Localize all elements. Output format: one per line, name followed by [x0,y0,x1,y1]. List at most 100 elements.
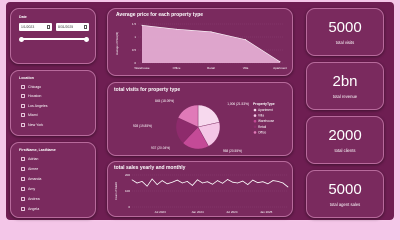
sales-line [131,178,289,188]
data-point [252,179,254,181]
legend-marker [253,114,257,117]
y-axis-label: Count of SaleID [114,182,118,200]
kpi-label: total revenue [332,94,358,99]
visits-pie-chart: 1,006 (21.53%) 958 (20.55%) 937 (20.04%) 92… [133,99,275,153]
name-option[interactable]: Amy [21,187,35,191]
location-option[interactable]: Chicago [21,85,41,89]
checkbox[interactable] [21,85,25,89]
data-point [131,179,133,181]
data-point [262,181,264,183]
x-tick-label: Apartment [273,66,287,70]
location-option[interactable]: Miami [21,113,38,118]
legend-label: Office [258,130,266,134]
kpi-label: total clients [334,148,356,153]
date-end-input[interactable]: 8/31/2025 [56,23,89,31]
y-tick-label: 0.5 [132,48,137,52]
checkbox[interactable] [21,113,25,118]
data-label: 928 (19.85%) [133,124,152,128]
data-point [227,179,228,180]
x-tick-label: Jan 2024 [191,210,204,214]
option-label: Amy [28,187,36,191]
data-point [247,184,249,185]
date-start-input[interactable]: 1/1/2023 [19,23,52,31]
kpi-value: 2bn [332,73,358,90]
checkbox[interactable] [21,94,25,99]
option-label: Aimee [28,167,39,171]
y-tick-label: 0 [128,205,130,209]
x-tick-label: Villa [243,66,249,70]
name-option[interactable]: Angela [21,207,39,211]
checkbox[interactable] [21,197,25,201]
data-point [176,179,178,181]
date-range-start-handle[interactable] [19,36,24,42]
legend-label: Villa [258,114,264,118]
checkbox[interactable] [21,167,25,171]
option-label: Chicago [28,85,42,89]
location-option[interactable]: New York [21,122,43,127]
x-tick-label: Jul 2024 [226,210,238,214]
kpi-value: 5000 [328,181,362,198]
data-point [237,182,239,184]
date-end-value: 8/31/2025 [58,25,74,29]
option-label: Angela [28,207,40,211]
name-option[interactable]: Adrian [21,157,38,161]
kpi-value: 5000 [328,19,362,36]
date-range-slider-track[interactable] [21,38,87,40]
data-point [192,185,193,186]
x-tick-label: Jan 2025 [260,210,273,214]
date-slicer-label: Date [19,15,27,19]
legend-marker [253,125,257,129]
data-point [171,181,173,183]
name-option[interactable]: Amanda [21,177,41,181]
legend-marker [253,131,257,134]
data-point [232,181,233,183]
data-point [156,184,158,185]
data-point [245,39,246,41]
date-start-value: 1/1/2023 [21,25,35,29]
option-label: Amanda [28,177,42,181]
location-slicer-label: Location [19,76,34,80]
date-range-end-handle[interactable] [84,36,89,42]
x-tick-label: Office [173,66,181,70]
sales-line-chart: 0 100 200 Jul 2023 Jan 2024 Jul 2024 Jan 2025 C… [114,173,289,214]
calendar-icon[interactable] [46,25,50,29]
name-slicer-label: FirstName, LastName [19,148,56,152]
checkbox[interactable] [21,122,25,127]
data-point [242,180,244,182]
option-label: Houston [28,94,42,99]
location-slicer-card: Location Chicago Houston Los Angeles Miami N… [10,70,96,136]
name-option[interactable]: Aimee [21,167,38,171]
data-point [207,181,208,183]
kpi-label: total visits [335,40,355,45]
checkbox[interactable] [21,103,25,108]
checkbox[interactable] [21,177,25,181]
checkbox[interactable] [21,157,25,161]
legend-label: Apartment [258,108,273,112]
data-point [212,183,213,185]
data-label: 845 (18.09%) [155,99,174,103]
avg-price-chart-card: Average price for each property type 0 0.… [107,8,293,76]
data-point [287,186,289,188]
checkbox[interactable] [21,187,25,191]
name-option[interactable]: Andrea [21,197,40,201]
data-point [277,181,279,182]
data-point [217,180,218,181]
avg-price-chart: 0 0.5 1 1.5 Warehouse Office Retail Villa Apartm… [115,22,287,70]
y-tick-label: 0 [134,61,136,65]
option-label: Adrian [28,157,39,161]
kpi-total-visits-card: 5000 total visits [306,8,384,56]
kpi-total-agent-sales-card: 5000 total agent sales [306,170,384,218]
calendar-icon[interactable] [83,25,87,29]
kpi-total-clients-card: 2000 total clients [306,116,384,164]
date-slicer-card: Date 1/1/2023 8/31/2025 [10,8,96,64]
data-point [272,180,274,181]
x-tick-label: Jul 2023 [154,210,166,214]
location-option[interactable]: Houston [21,94,42,99]
data-point [151,178,153,180]
y-tick-label: 1.5 [132,22,137,26]
data-point [166,183,168,185]
checkbox[interactable] [21,207,25,211]
location-option[interactable]: Los Angeles [21,103,48,108]
legend-marker [253,119,257,123]
option-label: Los Angeles [28,103,48,108]
